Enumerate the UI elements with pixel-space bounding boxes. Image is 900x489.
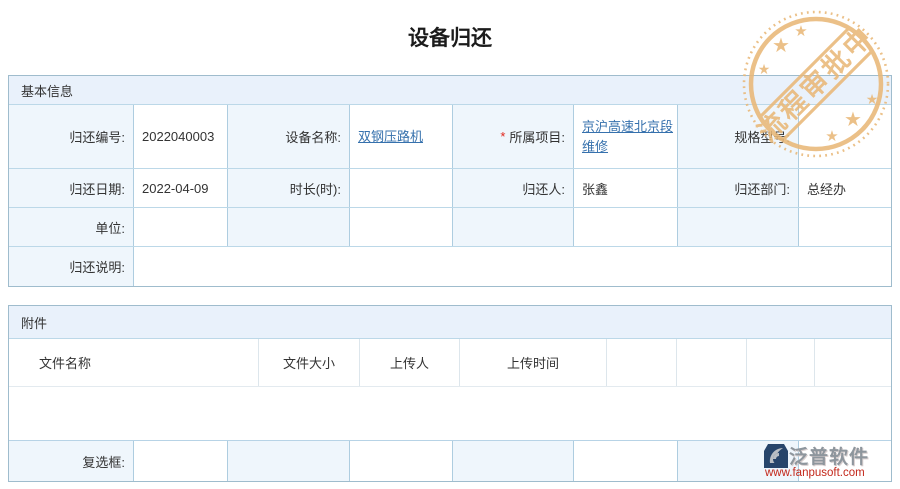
return-no-label: 归还编号: — [9, 105, 133, 168]
required-mark: * — [500, 129, 506, 144]
unit-value — [133, 208, 227, 246]
empty-label-cell — [452, 208, 573, 246]
col-file-name: 文件名称 — [9, 339, 258, 386]
return-note-label: 归还说明: — [9, 247, 133, 286]
return-dept-label: 归还部门: — [677, 169, 798, 207]
basic-info-panel: 基本信息 归还编号: 2022040003 设备名称: 双钢压路机 * 所属项目… — [8, 75, 892, 287]
project-label: * 所属项目: — [452, 105, 573, 168]
col-uploader: 上传人 — [359, 339, 459, 386]
page-title: 设备归还 — [408, 27, 492, 50]
col-empty — [676, 339, 746, 386]
spec-model-label: 规格型号: — [677, 105, 798, 168]
basic-info-section-header: 基本信息 — [9, 76, 891, 105]
duration-label: 时长(时): — [227, 169, 349, 207]
checkbox-row: 复选框: — [9, 440, 891, 481]
empty-label-cell — [677, 208, 798, 246]
empty-label-cell — [227, 441, 349, 481]
attachments-section-header: 附件 — [9, 306, 891, 339]
duration-value — [349, 169, 452, 207]
checkbox-cell[interactable] — [798, 441, 891, 481]
attachments-panel: 附件 文件名称 文件大小 上传人 上传时间 复选框: — [8, 305, 892, 482]
returner-value: 张鑫 — [573, 169, 677, 207]
attachments-header-row: 文件名称 文件大小 上传人 上传时间 — [9, 339, 891, 386]
col-empty — [606, 339, 676, 386]
col-upload-time: 上传时间 — [459, 339, 606, 386]
basic-info-section-title: 基本信息 — [21, 83, 74, 99]
col-empty — [814, 339, 891, 386]
checkbox-cell[interactable] — [573, 441, 677, 481]
device-name-label: 设备名称: — [227, 105, 349, 168]
checkbox-cell[interactable] — [133, 441, 227, 481]
basic-info-row-1: 归还编号: 2022040003 设备名称: 双钢压路机 * 所属项目: 京沪高… — [9, 105, 891, 168]
unit-label: 单位: — [9, 208, 133, 246]
empty-label-cell — [677, 441, 798, 481]
returner-label: 归还人: — [452, 169, 573, 207]
return-no-value: 2022040003 — [133, 105, 227, 168]
empty-value-cell — [573, 208, 677, 246]
empty-value-cell — [798, 208, 891, 246]
spec-model-value — [798, 105, 891, 168]
attachments-empty-row — [9, 386, 891, 440]
col-empty — [746, 339, 814, 386]
project-label-text: 所属项目: — [509, 130, 565, 145]
return-date-label: 归还日期: — [9, 169, 133, 207]
checkbox-label: 复选框: — [9, 441, 133, 481]
project-value: 京沪高速北京段维修 — [573, 105, 677, 168]
device-name-value: 双钢压路机 — [349, 105, 452, 168]
attachments-section-title: 附件 — [21, 315, 48, 331]
return-note-value — [133, 247, 891, 286]
return-date-value: 2022-04-09 — [133, 169, 227, 207]
device-name-link[interactable]: 双钢压路机 — [358, 127, 423, 147]
basic-info-row-3: 单位: — [9, 207, 891, 246]
empty-label-cell — [452, 441, 573, 481]
col-file-size: 文件大小 — [258, 339, 359, 386]
empty-label-cell — [227, 208, 349, 246]
project-link[interactable]: 京沪高速北京段维修 — [582, 117, 677, 156]
basic-info-row-4: 归还说明: — [9, 246, 891, 286]
empty-value-cell — [349, 208, 452, 246]
checkbox-cell[interactable] — [349, 441, 452, 481]
basic-info-row-2: 归还日期: 2022-04-09 时长(时): 归还人: 张鑫 归还部门: 总经… — [9, 168, 891, 207]
return-dept-value: 总经办 — [798, 169, 891, 207]
